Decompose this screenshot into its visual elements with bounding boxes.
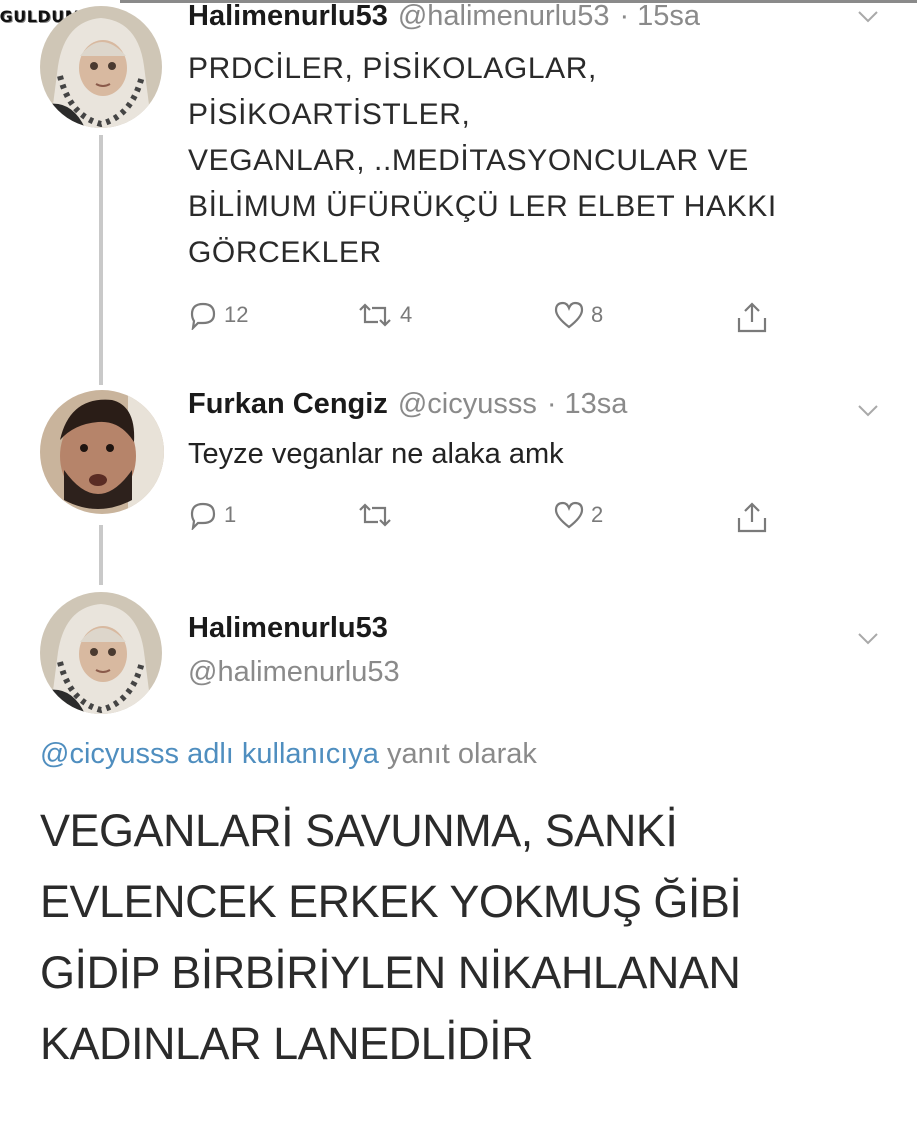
- like-button[interactable]: 2: [553, 500, 603, 530]
- display-name[interactable]: Halimenurlu53: [188, 612, 388, 645]
- avatar[interactable]: [40, 6, 162, 128]
- tweet-text: Teyze veganlar ne alaka amk: [188, 438, 564, 470]
- replying-to: @cicyusss adlı kullanıcıya yanıt olarak: [40, 738, 537, 771]
- reply-button[interactable]: 1: [188, 500, 236, 530]
- share-icon: [737, 502, 767, 533]
- thread-line: [99, 525, 103, 585]
- user-handle[interactable]: @halimenurlu53: [398, 0, 610, 33]
- replying-to-label: yanıt olarak: [386, 738, 537, 770]
- avatar-image: [40, 6, 162, 128]
- retweet-count: 4: [400, 302, 413, 327]
- timestamp[interactable]: · 13sa: [547, 388, 628, 421]
- tweet-header: Furkan Cengiz @cicyusss · 13sa: [188, 388, 627, 428]
- reply-icon: [190, 302, 216, 330]
- like-button[interactable]: 8: [553, 300, 603, 330]
- heart-icon: [554, 501, 584, 529]
- user-handle[interactable]: @cicyusss: [398, 388, 537, 421]
- share-icon: [737, 302, 767, 333]
- reply-button[interactable]: 12: [188, 300, 248, 330]
- reply-icon: [190, 502, 216, 530]
- replying-to-link[interactable]: @cicyusss adlı kullanıcıya: [40, 738, 379, 770]
- like-count: 8: [591, 302, 604, 327]
- tweet-actions: 12 4 8: [188, 300, 788, 336]
- display-name[interactable]: Furkan Cengiz: [188, 388, 388, 421]
- user-handle[interactable]: @halimenurlu53: [188, 656, 400, 689]
- retweet-button[interactable]: [356, 500, 400, 530]
- tweet-text: PRDCİLER, PİSİKOLAGLAR, PİSİKOARTİSTLER,…: [188, 52, 777, 269]
- reply-count: 1: [224, 502, 237, 527]
- avatar[interactable]: [40, 390, 164, 514]
- tweet-header: Halimenurlu53 @halimenurlu53 · 15sa: [188, 0, 700, 40]
- reply-count: 12: [224, 302, 249, 327]
- retweet-icon: [359, 303, 391, 327]
- timestamp[interactable]: · 15sa: [619, 0, 700, 33]
- chevron-down-icon[interactable]: [857, 626, 879, 652]
- retweet-icon: [359, 503, 391, 527]
- tweet-actions: 1 2: [188, 500, 788, 536]
- chevron-down-icon[interactable]: [857, 398, 879, 424]
- avatar[interactable]: [40, 592, 162, 714]
- thread-line: [99, 135, 103, 385]
- focus-tweet-text: VEGANLARİ SAVUNMA, SANKİ EVLENCEK ERKEK …: [40, 805, 742, 1069]
- retweet-button[interactable]: 4: [356, 300, 412, 330]
- avatar-image: [40, 592, 162, 714]
- avatar-image: [40, 390, 164, 514]
- share-button[interactable]: [734, 500, 770, 534]
- like-count: 2: [591, 502, 604, 527]
- share-button[interactable]: [734, 300, 770, 334]
- chevron-down-icon[interactable]: [857, 4, 879, 30]
- display-name[interactable]: Halimenurlu53: [188, 0, 388, 33]
- heart-icon: [554, 301, 584, 329]
